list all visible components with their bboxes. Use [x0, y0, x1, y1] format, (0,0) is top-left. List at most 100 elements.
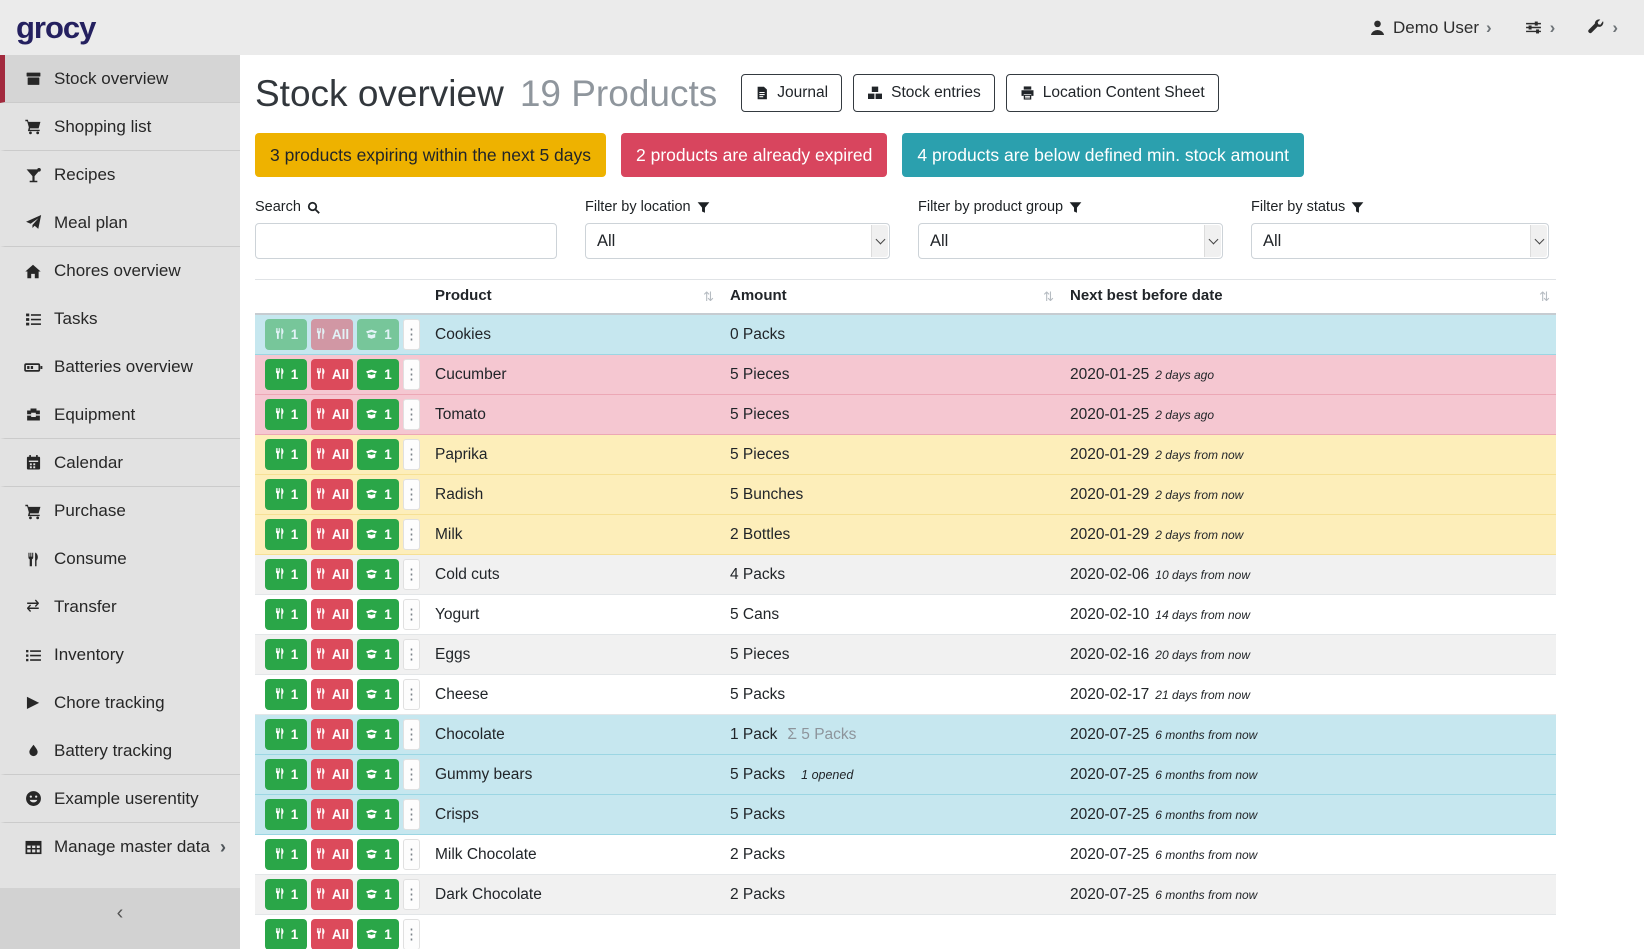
consume-one-button[interactable]: 1	[265, 399, 307, 430]
sidebar-item-equipment[interactable]: Equipment	[0, 391, 240, 439]
row-menu-button[interactable]: ⋮	[403, 479, 420, 510]
status-filter-select[interactable]: All	[1251, 223, 1549, 259]
row-menu-button[interactable]: ⋮	[403, 679, 420, 710]
consume-all-button[interactable]: All	[311, 519, 353, 550]
consume-all-button[interactable]: All	[311, 319, 353, 350]
consume-one-button[interactable]: 1	[265, 639, 307, 670]
consume-all-button[interactable]: All	[311, 599, 353, 630]
open-one-button[interactable]: 1	[357, 639, 399, 670]
consume-one-button[interactable]: 1	[265, 599, 307, 630]
row-menu-button[interactable]: ⋮	[403, 519, 420, 550]
consume-all-button[interactable]: All	[311, 679, 353, 710]
row-menu-button[interactable]: ⋮	[403, 439, 420, 470]
row-menu-button[interactable]: ⋮	[403, 919, 420, 949]
consume-one-button[interactable]: 1	[265, 319, 307, 350]
consume-one-button[interactable]: 1	[265, 359, 307, 390]
admin-menu[interactable]: ›	[1587, 18, 1618, 38]
open-one-button[interactable]: 1	[357, 919, 399, 949]
sidebar-item-shopping-list[interactable]: Shopping list	[0, 103, 240, 151]
below-min-stock-badge[interactable]: 4 products are below defined min. stock …	[902, 133, 1304, 177]
row-menu-button[interactable]: ⋮	[403, 879, 420, 910]
open-one-button[interactable]: 1	[357, 319, 399, 350]
sidebar-item-consume[interactable]: Consume	[0, 535, 240, 583]
sidebar-item-battery-tracking[interactable]: Battery tracking	[0, 727, 240, 775]
consume-all-button[interactable]: All	[311, 479, 353, 510]
sidebar-item-recipes[interactable]: Recipes	[0, 151, 240, 199]
row-menu-button[interactable]: ⋮	[403, 599, 420, 630]
row-menu-button[interactable]: ⋮	[403, 639, 420, 670]
journal-button[interactable]: Journal	[741, 74, 842, 112]
open-one-button[interactable]: 1	[357, 879, 399, 910]
open-one-button[interactable]: 1	[357, 439, 399, 470]
sidebar-item-transfer[interactable]: ⇄ Transfer	[0, 583, 240, 631]
sidebar-item-inventory[interactable]: Inventory	[0, 631, 240, 679]
consume-all-button[interactable]: All	[311, 839, 353, 870]
consume-one-button[interactable]: 1	[265, 839, 307, 870]
location-filter-select[interactable]: All	[585, 223, 890, 259]
consume-all-button[interactable]: All	[311, 719, 353, 750]
sidebar-item-purchase[interactable]: Purchase	[0, 487, 240, 535]
consume-all-button[interactable]: All	[311, 359, 353, 390]
expired-badge[interactable]: 2 products are already expired	[621, 133, 887, 177]
consume-all-button[interactable]: All	[311, 439, 353, 470]
user-menu[interactable]: Demo User ›	[1369, 18, 1492, 38]
sidebar-item-meal-plan[interactable]: Meal plan	[0, 199, 240, 247]
date-column-header[interactable]: Next best before date ⇅	[1060, 280, 1556, 315]
settings-menu[interactable]: ›	[1524, 18, 1556, 38]
consume-all-button[interactable]: All	[311, 399, 353, 430]
consume-all-button[interactable]: All	[311, 879, 353, 910]
sidebar-item-chore-tracking[interactable]: ▶ Chore tracking	[0, 679, 240, 727]
consume-all-button[interactable]: All	[311, 919, 353, 949]
open-one-button[interactable]: 1	[357, 759, 399, 790]
consume-one-button[interactable]: 1	[265, 479, 307, 510]
app-logo[interactable]: grocy	[16, 10, 95, 46]
row-menu-button[interactable]: ⋮	[403, 759, 420, 790]
location-content-sheet-button[interactable]: Location Content Sheet	[1006, 74, 1219, 112]
expiring-soon-badge[interactable]: 3 products expiring within the next 5 da…	[255, 133, 606, 177]
sidebar-item-manage-master-data[interactable]: Manage master data ›	[0, 823, 240, 871]
sort-icon[interactable]: ⇅	[1539, 289, 1550, 305]
open-one-button[interactable]: 1	[357, 519, 399, 550]
consume-one-button[interactable]: 1	[265, 559, 307, 590]
consume-one-button[interactable]: 1	[265, 759, 307, 790]
sidebar-item-chores-overview[interactable]: Chores overview	[0, 247, 240, 295]
consume-one-button[interactable]: 1	[265, 519, 307, 550]
open-one-button[interactable]: 1	[357, 839, 399, 870]
open-one-button[interactable]: 1	[357, 359, 399, 390]
product-group-filter-select[interactable]: All	[918, 223, 1223, 259]
sort-icon[interactable]: ⇅	[1043, 289, 1054, 305]
amount-column-header[interactable]: Amount ⇅	[720, 280, 1060, 315]
sidebar-item-stock-overview[interactable]: Stock overview	[0, 55, 240, 103]
sidebar-item-batteries-overview[interactable]: Batteries overview	[0, 343, 240, 391]
row-menu-button[interactable]: ⋮	[403, 799, 420, 830]
open-one-button[interactable]: 1	[357, 719, 399, 750]
open-one-button[interactable]: 1	[357, 679, 399, 710]
consume-one-button[interactable]: 1	[265, 879, 307, 910]
consume-one-button[interactable]: 1	[265, 679, 307, 710]
open-one-button[interactable]: 1	[357, 799, 399, 830]
consume-one-button[interactable]: 1	[265, 799, 307, 830]
search-input[interactable]	[255, 223, 557, 259]
row-menu-button[interactable]: ⋮	[403, 319, 420, 350]
sidebar-item-example-userentity[interactable]: Example userentity	[0, 775, 240, 823]
consume-all-button[interactable]: All	[311, 639, 353, 670]
sidebar-item-calendar[interactable]: Calendar	[0, 439, 240, 487]
row-menu-button[interactable]: ⋮	[403, 559, 420, 590]
open-one-button[interactable]: 1	[357, 559, 399, 590]
open-one-button[interactable]: 1	[357, 479, 399, 510]
consume-one-button[interactable]: 1	[265, 919, 307, 949]
open-one-button[interactable]: 1	[357, 599, 399, 630]
sort-icon[interactable]: ⇅	[703, 289, 714, 305]
row-menu-button[interactable]: ⋮	[403, 399, 420, 430]
product-column-header[interactable]: Product ⇅	[425, 280, 720, 315]
row-menu-button[interactable]: ⋮	[403, 359, 420, 390]
collapse-sidebar-button[interactable]: ‹	[0, 888, 240, 949]
consume-all-button[interactable]: All	[311, 559, 353, 590]
open-one-button[interactable]: 1	[357, 399, 399, 430]
sidebar-item-tasks[interactable]: Tasks	[0, 295, 240, 343]
consume-all-button[interactable]: All	[311, 759, 353, 790]
consume-all-button[interactable]: All	[311, 799, 353, 830]
row-menu-button[interactable]: ⋮	[403, 839, 420, 870]
stock-entries-button[interactable]: Stock entries	[853, 74, 995, 112]
consume-one-button[interactable]: 1	[265, 439, 307, 470]
